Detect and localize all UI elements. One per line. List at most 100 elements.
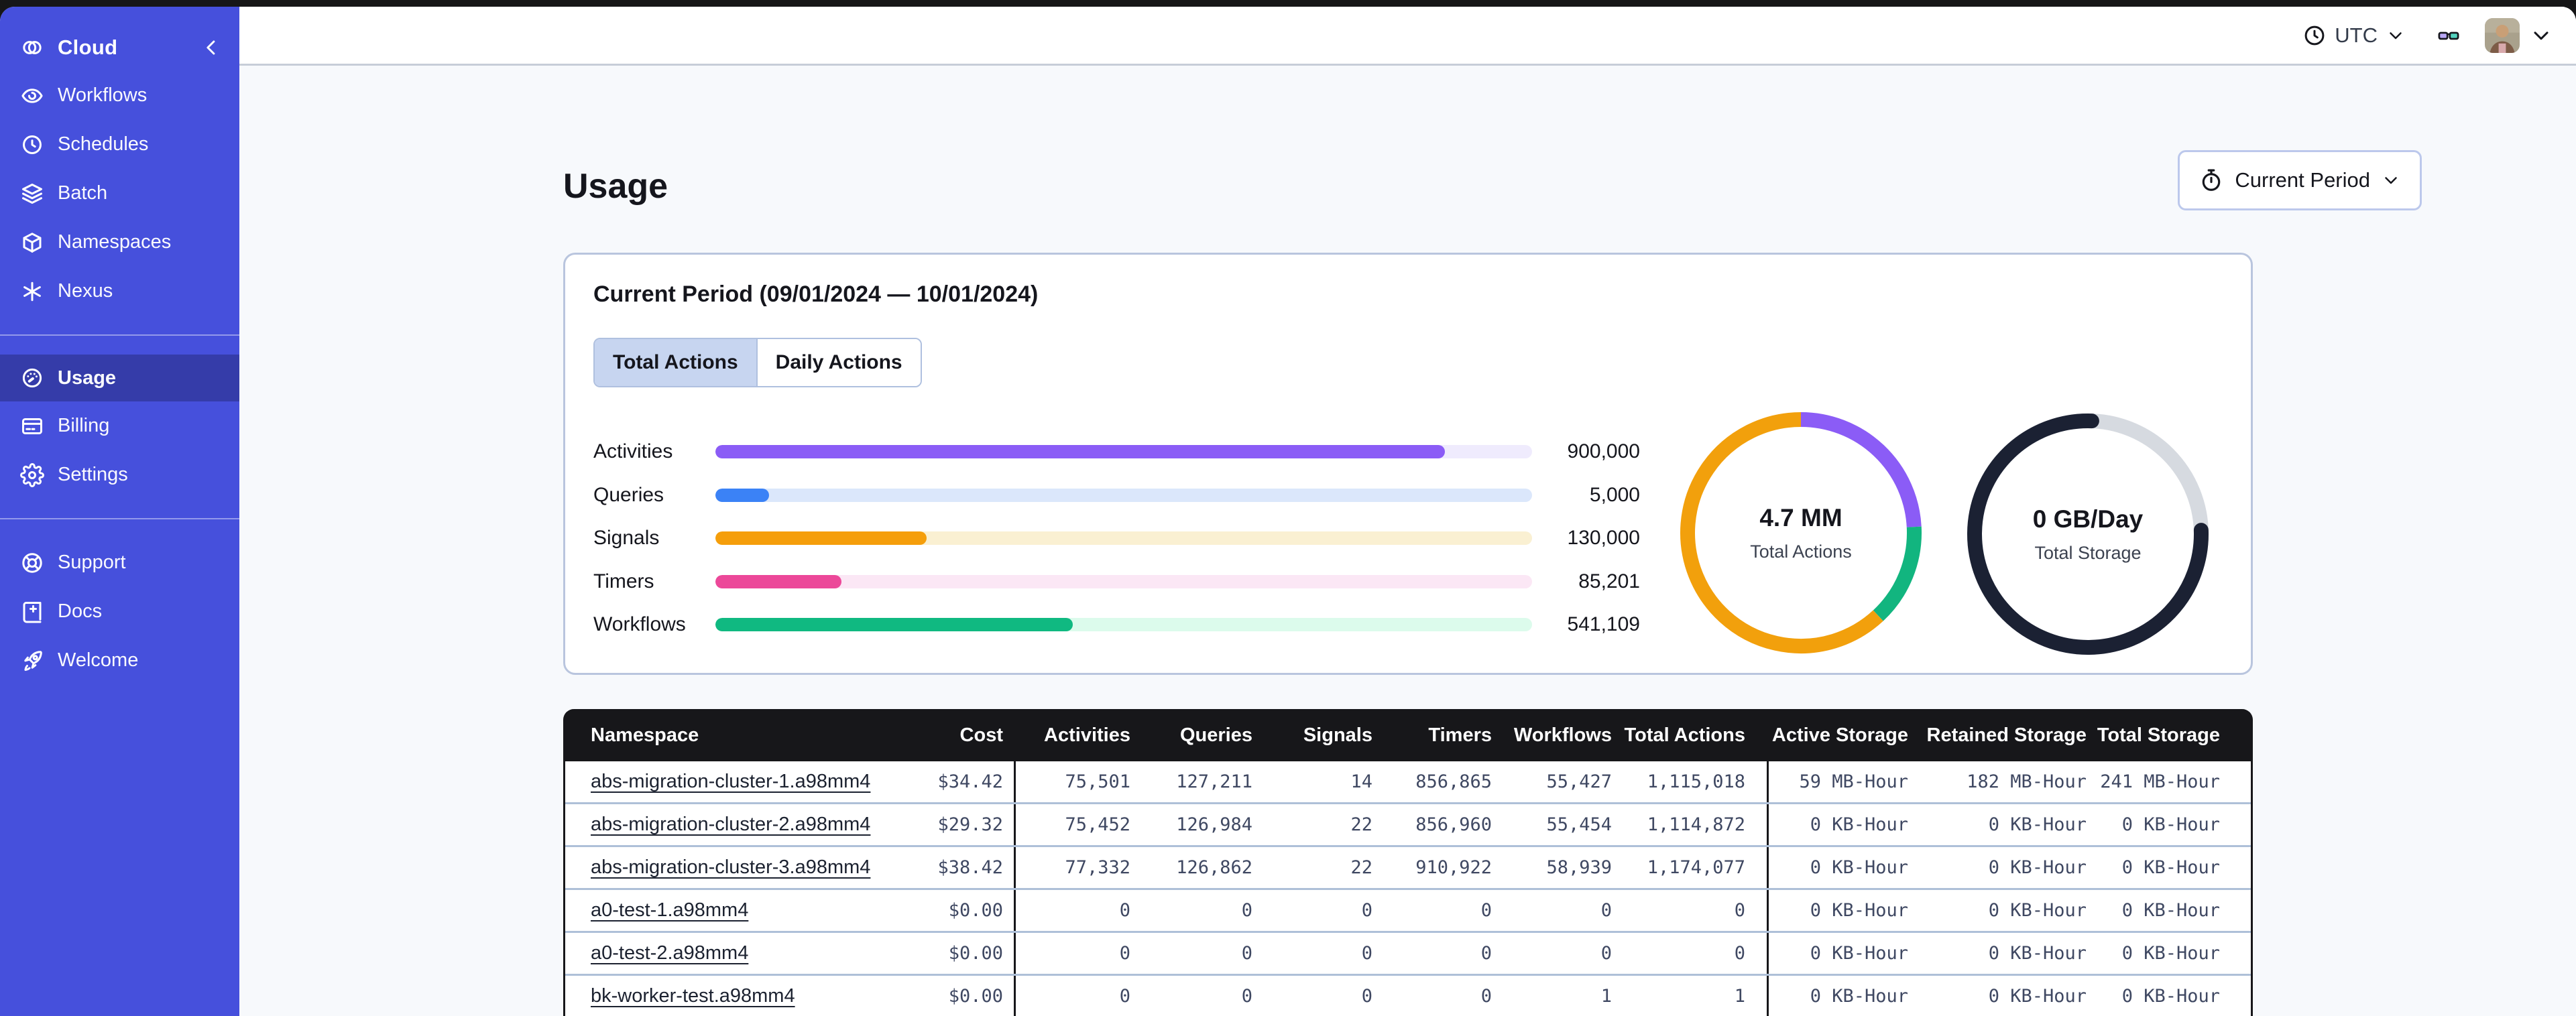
glasses-icon[interactable]	[2437, 23, 2461, 48]
cell-total_storage: 241 MB-Hour	[2100, 771, 2220, 792]
sidebar-item-usage[interactable]: Usage	[0, 355, 239, 401]
namespace-link[interactable]: abs-migration-cluster-2.a98mm4	[591, 814, 870, 835]
bar-fill	[715, 574, 841, 588]
tab-daily-actions[interactable]: Daily Actions	[757, 339, 921, 386]
cell-activities: 75,452	[1014, 804, 1140, 845]
bar-row-activities: Activities 900,000	[593, 430, 1640, 474]
sidebar-item-support[interactable]: Support	[0, 538, 239, 587]
main-area: UTC Usage Current Period Current Period …	[239, 7, 2576, 1016]
usage-bar-chart: Activities 900,000 Queries 5,000 Signals 130,…	[593, 430, 1640, 647]
table-row: abs-migration-cluster-3.a98mm4 $38.42 77,3…	[565, 847, 2251, 890]
cell-active_storage: 0 KB-Hour	[1767, 804, 1918, 845]
cell-cost: $0.00	[948, 943, 1003, 964]
sidebar-item-billing[interactable]: Billing	[0, 401, 239, 450]
cell-activities: 0	[1014, 890, 1140, 931]
table-row: abs-migration-cluster-2.a98mm4 $29.32 75,4…	[565, 804, 2251, 847]
cell-activities: 0	[1014, 933, 1140, 974]
cell-signals: 22	[1350, 814, 1372, 835]
bar-value: 541,109	[1567, 613, 1640, 636]
donut-value: 0 GB/Day	[2032, 505, 2144, 533]
usage-summary-card: Current Period (09/01/2024 — 10/01/2024)…	[563, 253, 2253, 675]
bar-label: Queries	[593, 483, 664, 506]
cell-queries: 127,211	[1176, 771, 1252, 792]
cell-signals: 14	[1350, 771, 1372, 792]
sidebar-item-label: Workflows	[58, 84, 148, 106]
cell-queries: 126,984	[1176, 814, 1252, 835]
bar-track	[715, 488, 1532, 502]
cell-signals: 0	[1361, 900, 1372, 921]
cell-namespace: abs-migration-cluster-1.a98mm4	[591, 771, 929, 793]
bar-label: Activities	[593, 440, 673, 463]
period-selector-button[interactable]: Current Period	[2178, 150, 2422, 210]
cell-workflows: 58,939	[1546, 857, 1612, 878]
sidebar-item-nexus[interactable]: Nexus	[0, 267, 239, 316]
cell-total_actions: 0	[1734, 943, 1745, 964]
sidebar-collapse-button[interactable]	[199, 36, 223, 60]
cell-total_storage: 0 KB-Hour	[2121, 943, 2220, 964]
cell-active_storage: 0 KB-Hour	[1767, 976, 1918, 1016]
sidebar-divider	[0, 334, 239, 336]
tab-total-actions[interactable]: Total Actions	[595, 339, 758, 386]
cell-queries: 0	[1241, 986, 1252, 1007]
docs-icon	[20, 600, 44, 624]
cell-workflows: 0	[1600, 943, 1612, 964]
namespace-link[interactable]: abs-migration-cluster-1.a98mm4	[591, 771, 870, 792]
sidebar-item-settings[interactable]: Settings	[0, 450, 239, 499]
namespace-link[interactable]: a0-test-1.a98mm4	[591, 899, 748, 921]
namespace-link[interactable]: abs-migration-cluster-3.a98mm4	[591, 856, 870, 878]
cell-timers: 0	[1480, 900, 1492, 921]
cell-total_actions: 1,174,077	[1647, 857, 1745, 878]
bar-track	[715, 574, 1532, 588]
column-header-total_storage: Total Storage	[2097, 724, 2220, 746]
bar-row-queries: Queries 5,000	[593, 474, 1640, 517]
cell-active_storage: 0 KB-Hour	[1767, 890, 1918, 931]
sidebar-brand[interactable]: Cloud	[0, 24, 239, 71]
cell-total_storage: 0 KB-Hour	[2121, 900, 2220, 921]
namespace-link[interactable]: a0-test-2.a98mm4	[591, 942, 748, 964]
cell-retained_storage: 182 MB-Hour	[1967, 771, 2087, 792]
timezone-selector[interactable]: UTC	[2302, 23, 2406, 48]
sidebar-item-label: Billing	[58, 415, 110, 436]
batch-icon	[20, 182, 44, 206]
clock-icon	[2302, 23, 2327, 48]
support-icon	[20, 551, 44, 575]
usage-card-title: Current Period (09/01/2024 — 10/01/2024)	[593, 281, 1039, 307]
sidebar-item-label: Namespaces	[58, 231, 172, 253]
sidebar-item-docs[interactable]: Docs	[0, 587, 239, 636]
chevron-down-icon	[2529, 23, 2553, 48]
sidebar-item-welcome[interactable]: Welcome	[0, 636, 239, 685]
cell-namespace: a0-test-2.a98mm4	[591, 942, 929, 964]
cell-queries: 126,862	[1176, 857, 1252, 878]
cell-signals: 22	[1350, 857, 1372, 878]
sidebar-item-label: Support	[58, 552, 126, 573]
column-header-workflows: Workflows	[1513, 724, 1612, 746]
bar-track	[715, 531, 1532, 546]
topbar: UTC	[239, 7, 2576, 66]
sidebar-item-label: Docs	[58, 600, 103, 622]
cell-timers: 910,922	[1415, 857, 1492, 878]
bar-fill	[715, 445, 1445, 459]
donut-value: 4.7 MM	[1759, 503, 1842, 531]
cell-workflows: 55,427	[1546, 771, 1612, 792]
donut-center: 4.7 MM Total Actions	[1674, 405, 1928, 660]
sidebar-item-namespaces[interactable]: Namespaces	[0, 218, 239, 267]
cell-active_storage: 0 KB-Hour	[1767, 847, 1918, 888]
sidebar-item-batch[interactable]: Batch	[0, 169, 239, 218]
cell-workflows: 1	[1600, 986, 1612, 1007]
bar-value: 900,000	[1567, 440, 1640, 463]
app-window: Cloud Workflows Schedules Batch Namespaces N…	[0, 7, 2576, 1016]
cell-cost: $38.42	[937, 857, 1003, 878]
column-header-timers: Timers	[1428, 724, 1492, 746]
column-header-namespace: Namespace	[591, 724, 699, 746]
bar-value: 130,000	[1567, 527, 1640, 550]
sidebar-divider	[0, 518, 239, 519]
cell-retained_storage: 0 KB-Hour	[1988, 986, 2087, 1007]
sidebar-item-workflows[interactable]: Workflows	[0, 71, 239, 120]
avatar	[2485, 17, 2520, 53]
sidebar-item-label: Settings	[58, 464, 128, 485]
cell-active_storage: 0 KB-Hour	[1767, 933, 1918, 974]
namespace-link[interactable]: bk-worker-test.a98mm4	[591, 985, 795, 1007]
account-menu[interactable]	[2485, 17, 2553, 53]
sidebar-item-schedules[interactable]: Schedules	[0, 120, 239, 169]
sidebar: Cloud Workflows Schedules Batch Namespaces N…	[0, 7, 239, 1016]
